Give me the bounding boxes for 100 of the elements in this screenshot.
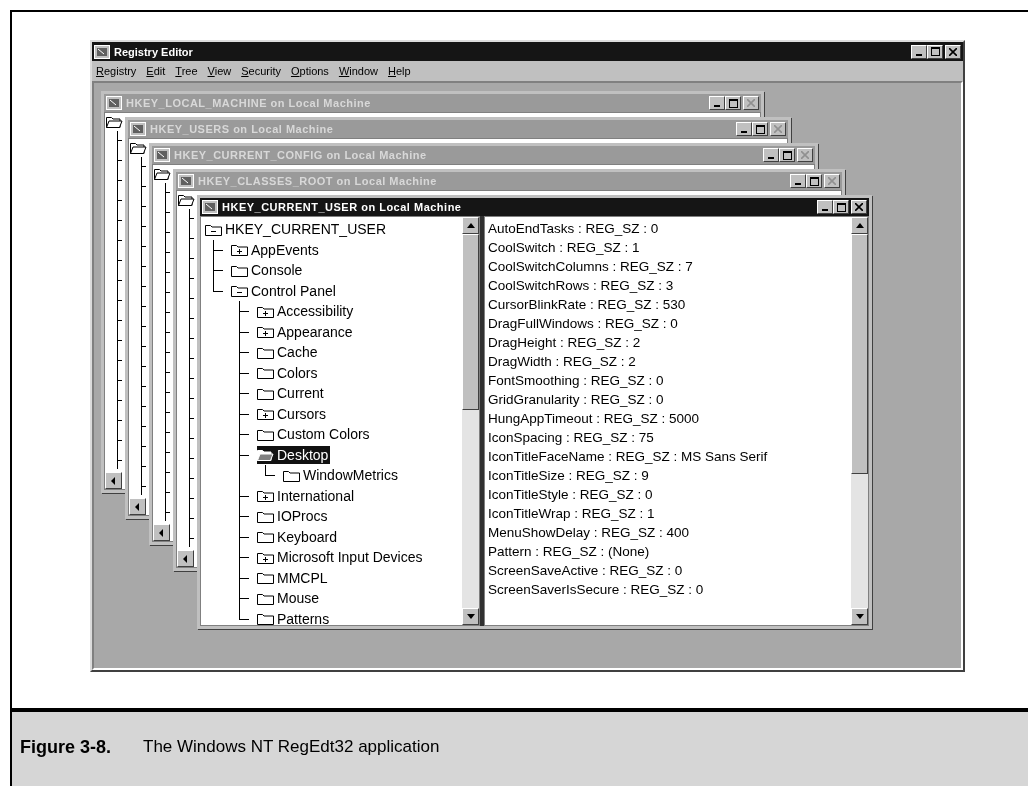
- registry-key[interactable]: International: [257, 486, 357, 505]
- scroll-up-button[interactable]: [851, 217, 868, 234]
- value-entry[interactable]: IconTitleSize : REG_SZ : 9: [488, 468, 649, 483]
- child-window-title: HKEY_CURRENT_CONFIG on Local Machine: [174, 149, 428, 161]
- value-entry[interactable]: DragFullWindows : REG_SZ : 0: [488, 316, 678, 331]
- folder-icon: [257, 509, 274, 523]
- value-entry[interactable]: IconTitleWrap : REG_SZ : 1: [488, 506, 655, 521]
- maximize-button[interactable]: [833, 200, 849, 214]
- scroll-down-button[interactable]: [851, 608, 868, 625]
- value-entry[interactable]: IconTitleFaceName : REG_SZ : MS Sans Serif: [488, 449, 768, 464]
- registry-key[interactable]: AppEvents: [231, 240, 321, 259]
- registry-key[interactable]: Accessibility: [257, 302, 356, 321]
- value-entry[interactable]: DragHeight : REG_SZ : 2: [488, 335, 641, 350]
- figure-label: Figure 3-8.: [20, 736, 112, 758]
- close-button[interactable]: [945, 44, 961, 59]
- registry-key[interactable]: IOProcs: [257, 507, 330, 526]
- minimize-button[interactable]: [790, 174, 806, 188]
- registry-icon: [202, 200, 218, 214]
- folder-icon: [257, 448, 274, 462]
- figure-caption: The Windows NT RegEdt32 application: [143, 737, 440, 757]
- minimize-icon: [768, 157, 774, 159]
- down-arrow-icon: [855, 614, 864, 619]
- value-entry[interactable]: HungAppTimeout : REG_SZ : 5000: [488, 411, 700, 426]
- menu-item[interactable]: Options: [290, 65, 329, 77]
- scroll-left-button[interactable]: [177, 550, 194, 567]
- menu-item[interactable]: Help: [388, 65, 411, 77]
- maximize-button[interactable]: [927, 44, 943, 59]
- close-icon: [801, 151, 809, 159]
- menu-item[interactable]: Security: [241, 65, 281, 77]
- minimize-button[interactable]: [817, 200, 833, 214]
- registry-key[interactable]: Colors: [257, 363, 320, 382]
- child-window-title: HKEY_CURRENT_USER on Local Machine: [222, 201, 463, 213]
- vertical-scrollbar[interactable]: [851, 217, 868, 625]
- maximize-button[interactable]: [779, 148, 795, 162]
- menu-item[interactable]: View: [207, 65, 232, 77]
- scroll-thumb[interactable]: [851, 234, 868, 474]
- maximize-button[interactable]: [725, 96, 741, 110]
- maximize-icon: [809, 176, 819, 186]
- minimize-icon: [714, 105, 720, 107]
- value-entry[interactable]: MenuShowDelay : REG_SZ : 400: [488, 525, 690, 540]
- registry-key[interactable]: Custom Colors: [257, 425, 372, 444]
- registry-key[interactable]: Keyboard: [257, 527, 339, 546]
- registry-key[interactable]: Mouse: [257, 589, 322, 608]
- scroll-down-button[interactable]: [462, 608, 479, 625]
- scroll-left-button[interactable]: [105, 472, 122, 489]
- scroll-left-button[interactable]: [129, 498, 146, 515]
- registry-key[interactable]: Patterns: [257, 609, 332, 625]
- menu-item[interactable]: Registry: [96, 65, 137, 77]
- value-entry[interactable]: GridGranularity : REG_SZ : 0: [488, 392, 664, 407]
- maximize-button[interactable]: [752, 122, 768, 136]
- minimize-icon: [741, 131, 747, 133]
- value-entry[interactable]: CursorBlinkRate : REG_SZ : 530: [488, 297, 686, 312]
- menu-item[interactable]: Edit: [146, 65, 166, 77]
- maximize-button[interactable]: [806, 174, 822, 188]
- close-button[interactable]: [824, 174, 840, 188]
- registry-key[interactable]: Control Panel: [231, 281, 338, 300]
- close-button[interactable]: [851, 200, 867, 214]
- registry-key[interactable]: Console: [231, 261, 305, 280]
- close-button[interactable]: [743, 96, 759, 110]
- minimize-button[interactable]: [763, 148, 779, 162]
- registry-key[interactable]: MMCPL: [257, 568, 330, 587]
- vertical-scrollbar[interactable]: [462, 217, 479, 625]
- value-entry[interactable]: IconTitleStyle : REG_SZ : 0: [488, 487, 653, 502]
- value-entry[interactable]: Pattern : REG_SZ : (None): [488, 544, 650, 559]
- value-entry[interactable]: ScreenSaveActive : REG_SZ : 0: [488, 563, 683, 578]
- scroll-up-button[interactable]: [462, 217, 479, 234]
- folder-icon: [283, 468, 300, 482]
- folder-plus-icon: [257, 407, 274, 421]
- value-entry[interactable]: CoolSwitch : REG_SZ : 1: [488, 240, 640, 255]
- value-entry[interactable]: ScreenSaverIsSecure : REG_SZ : 0: [488, 582, 704, 597]
- menu-item[interactable]: Window: [338, 65, 378, 77]
- down-arrow-icon: [466, 614, 475, 619]
- folder-icon: [257, 591, 274, 605]
- value-entry[interactable]: CoolSwitchColumns : REG_SZ : 7: [488, 259, 693, 274]
- close-button[interactable]: [770, 122, 786, 136]
- maximize-icon: [930, 47, 940, 56]
- minimize-button[interactable]: [709, 96, 725, 110]
- menu-item[interactable]: Tree: [175, 65, 198, 77]
- value-entry[interactable]: DragWidth : REG_SZ : 2: [488, 354, 636, 369]
- value-entry[interactable]: AutoEndTasks : REG_SZ : 0: [488, 221, 659, 236]
- minimize-button[interactable]: [736, 122, 752, 136]
- registry-key[interactable]: Cursors: [257, 404, 328, 423]
- scroll-left-button[interactable]: [153, 524, 170, 541]
- registry-key[interactable]: HKEY_CURRENT_USER: [205, 220, 389, 239]
- registry-key[interactable]: Current: [257, 384, 326, 403]
- value-entry[interactable]: FontSmoothing : REG_SZ : 0: [488, 373, 664, 388]
- scroll-thumb[interactable]: [462, 234, 479, 410]
- registry-key[interactable]: Appearance: [257, 322, 355, 341]
- minimize-button[interactable]: [911, 44, 927, 59]
- folder-plus-icon: [257, 304, 274, 318]
- folder-icon: [257, 530, 274, 544]
- registry-key[interactable]: Cache: [257, 343, 320, 362]
- value-entry[interactable]: IconSpacing : REG_SZ : 75: [488, 430, 654, 445]
- registry-key[interactable]: Desktop: [257, 445, 331, 464]
- close-button[interactable]: [797, 148, 813, 162]
- registry-key[interactable]: WindowMetrics: [283, 466, 400, 485]
- registry-key[interactable]: Microsoft Input Devices: [257, 548, 425, 567]
- value-entry[interactable]: CoolSwitchRows : REG_SZ : 3: [488, 278, 674, 293]
- child-window-title: HKEY_LOCAL_MACHINE on Local Machine: [126, 97, 372, 109]
- maximize-icon: [836, 202, 846, 212]
